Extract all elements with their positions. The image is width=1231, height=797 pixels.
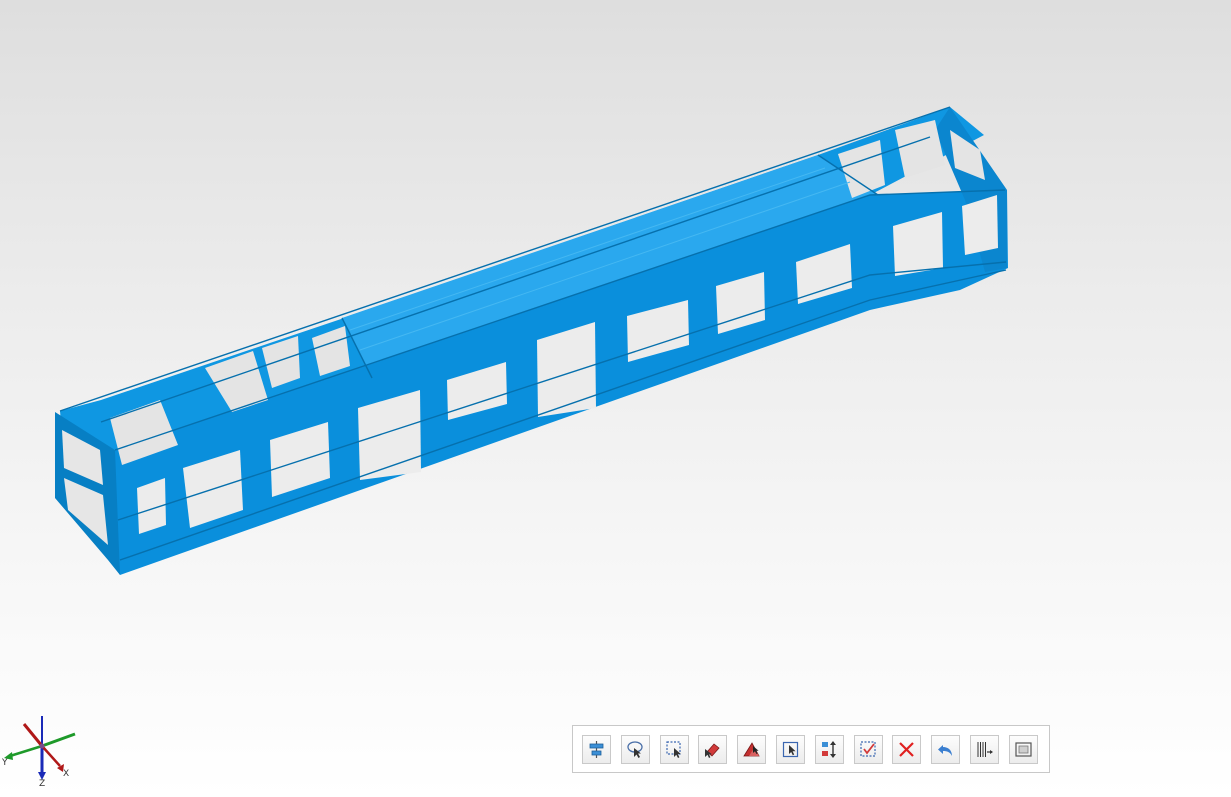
align-center-tool-button[interactable] [582, 734, 611, 764]
deselect-tool-button[interactable] [698, 734, 728, 764]
lasso-select-icon [627, 740, 643, 758]
frame-view-icon [1015, 741, 1032, 757]
axis-x-label: X [63, 769, 69, 779]
align-center-icon [589, 740, 604, 758]
selection-toolbar [572, 725, 1050, 773]
3d-viewport[interactable]: Y Z X [0, 0, 1231, 797]
select-visible-tool-button[interactable] [775, 734, 805, 764]
select-through-tool-button[interactable] [737, 734, 767, 764]
section-lines-icon [977, 741, 993, 757]
axis-triad: Y Z X [1, 716, 76, 789]
invert-selection-tool-button[interactable] [814, 734, 844, 764]
delete-x-icon [899, 741, 915, 757]
frame-view-tool-button[interactable] [1008, 734, 1038, 764]
axis-z-label: Z [39, 779, 45, 789]
undo-tool-button[interactable] [931, 734, 961, 764]
railcar-body-model[interactable] [0, 0, 1231, 797]
section-tool-button[interactable] [969, 734, 999, 764]
eraser-select-icon [705, 742, 720, 758]
select-visible-icon [782, 741, 799, 757]
rectangle-select-tool-button[interactable] [659, 734, 689, 764]
rectangle-select-icon [665, 740, 681, 758]
invert-selection-icon [821, 740, 836, 758]
lasso-select-tool-button[interactable] [620, 734, 650, 764]
undo-arrow-icon [938, 744, 953, 756]
delete-tool-button[interactable] [892, 734, 922, 764]
select-all-tool-button[interactable] [853, 734, 883, 764]
select-all-icon [859, 740, 876, 757]
select-through-icon [743, 741, 760, 756]
axis-y-label: Y [1, 758, 8, 768]
